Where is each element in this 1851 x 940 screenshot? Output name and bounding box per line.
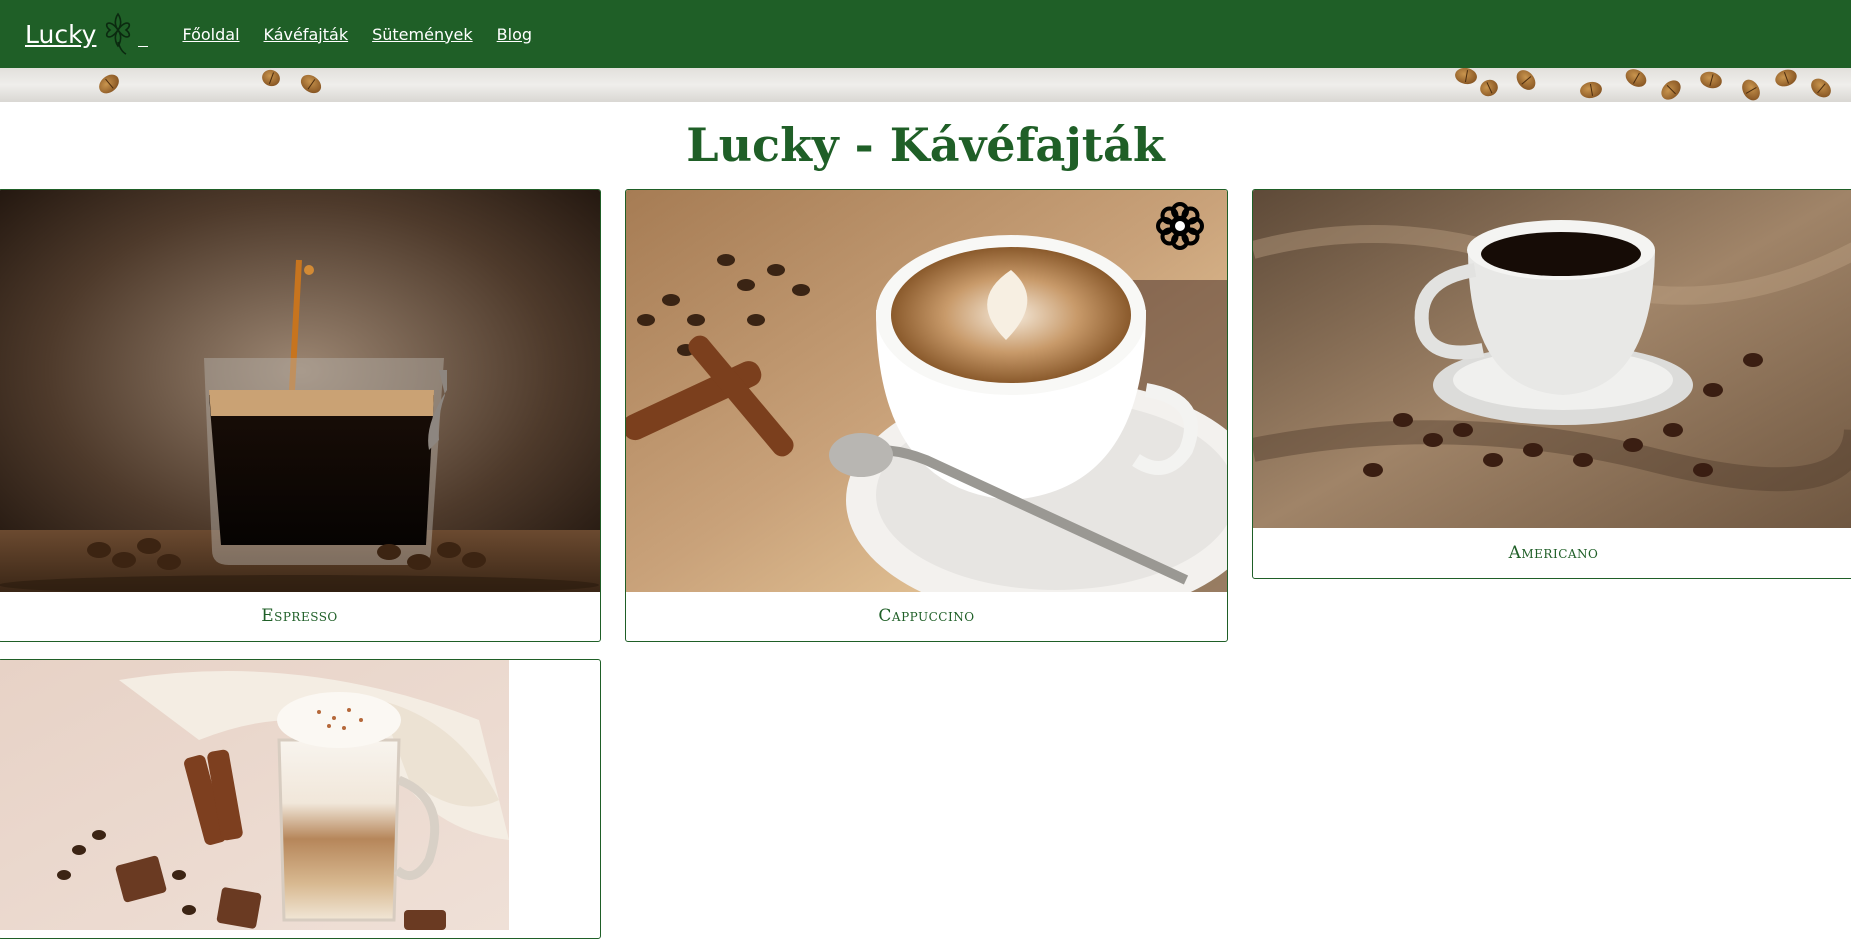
card-latte[interactable] xyxy=(0,658,601,939)
nav-link-kavefajtak[interactable]: Kávéfajták xyxy=(264,25,349,44)
top-navbar: Lucky Főoldal Kávéfajták Sütemények Blog xyxy=(0,0,1851,68)
nav-link-blog[interactable]: Blog xyxy=(497,25,532,44)
latte-photo xyxy=(0,659,509,930)
brand-name: Lucky xyxy=(25,19,97,49)
card-label-espresso: Espresso xyxy=(261,605,338,626)
nav-link-sutemenyek[interactable]: Sütemények xyxy=(372,25,473,44)
flower-icon xyxy=(1156,201,1204,250)
clover-icon xyxy=(106,12,131,55)
card-label-americano: Americano xyxy=(1508,542,1599,563)
brand-link[interactable]: Lucky xyxy=(25,12,149,56)
espresso-photo xyxy=(0,189,600,592)
card-label-cappuccino: Cappuccino xyxy=(878,605,975,626)
americano-photo xyxy=(1253,189,1851,528)
card-cappuccino[interactable]: Cappuccino xyxy=(625,188,1228,642)
nav-link-fooldal[interactable]: Főoldal xyxy=(182,25,239,44)
card-espresso[interactable]: Espresso xyxy=(0,188,601,642)
cappuccino-photo xyxy=(626,189,1227,592)
coffee-card-grid: Espresso Cappuccino Americano xyxy=(0,188,1851,939)
page-title: Lucky - Kávéfajták xyxy=(686,118,1165,172)
coffee-bean-banner xyxy=(0,68,1851,102)
card-americano[interactable]: Americano xyxy=(1252,188,1851,579)
